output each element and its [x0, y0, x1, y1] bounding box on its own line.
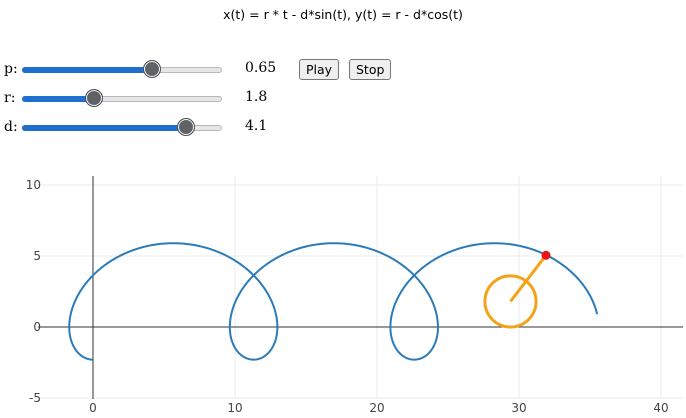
- circle-spoke: [509, 254, 548, 303]
- r-value: 1.8: [245, 89, 268, 105]
- d-slider-thumb[interactable]: [177, 118, 195, 136]
- r-slider[interactable]: [22, 89, 222, 109]
- p-slider-thumb[interactable]: [143, 60, 161, 78]
- trochoid-curve: [68, 242, 599, 361]
- trochoid-plot: 0 10 20 30 40 -5 0 5 10: [26, 176, 683, 415]
- y-tick-label: -5: [29, 391, 41, 405]
- r-label: r:: [4, 90, 16, 106]
- control-row-p: p: 0.65: [0, 60, 300, 80]
- x-tick-label: 30: [511, 401, 526, 415]
- stop-button[interactable]: Stop: [349, 59, 392, 80]
- p-value: 0.65: [245, 60, 277, 76]
- play-button[interactable]: Play: [299, 59, 340, 80]
- r-slider-fill: [22, 96, 94, 102]
- p-slider-fill: [22, 67, 152, 73]
- p-label: p:: [4, 61, 18, 77]
- x-tick-label: 20: [369, 401, 384, 415]
- x-tick-label: 0: [89, 401, 97, 415]
- x-tick-label: 40: [653, 401, 668, 415]
- d-slider[interactable]: [22, 118, 222, 138]
- tracing-point: [541, 250, 551, 260]
- formula-title: x(t) = r * t - d*sin(t), y(t) = r - d*co…: [223, 7, 463, 22]
- d-value: 4.1: [245, 118, 268, 134]
- control-row-d: d: 4.1: [0, 118, 300, 138]
- p-slider[interactable]: [22, 60, 222, 80]
- r-slider-thumb[interactable]: [85, 89, 103, 107]
- control-row-r: r: 1.8: [0, 89, 300, 109]
- y-tick-label: 0: [33, 320, 41, 334]
- x-tick-label: 10: [227, 401, 242, 415]
- d-slider-fill: [22, 125, 186, 131]
- y-tick-label: 10: [26, 178, 41, 192]
- d-label: d:: [4, 119, 18, 135]
- y-tick-label: 5: [33, 249, 41, 263]
